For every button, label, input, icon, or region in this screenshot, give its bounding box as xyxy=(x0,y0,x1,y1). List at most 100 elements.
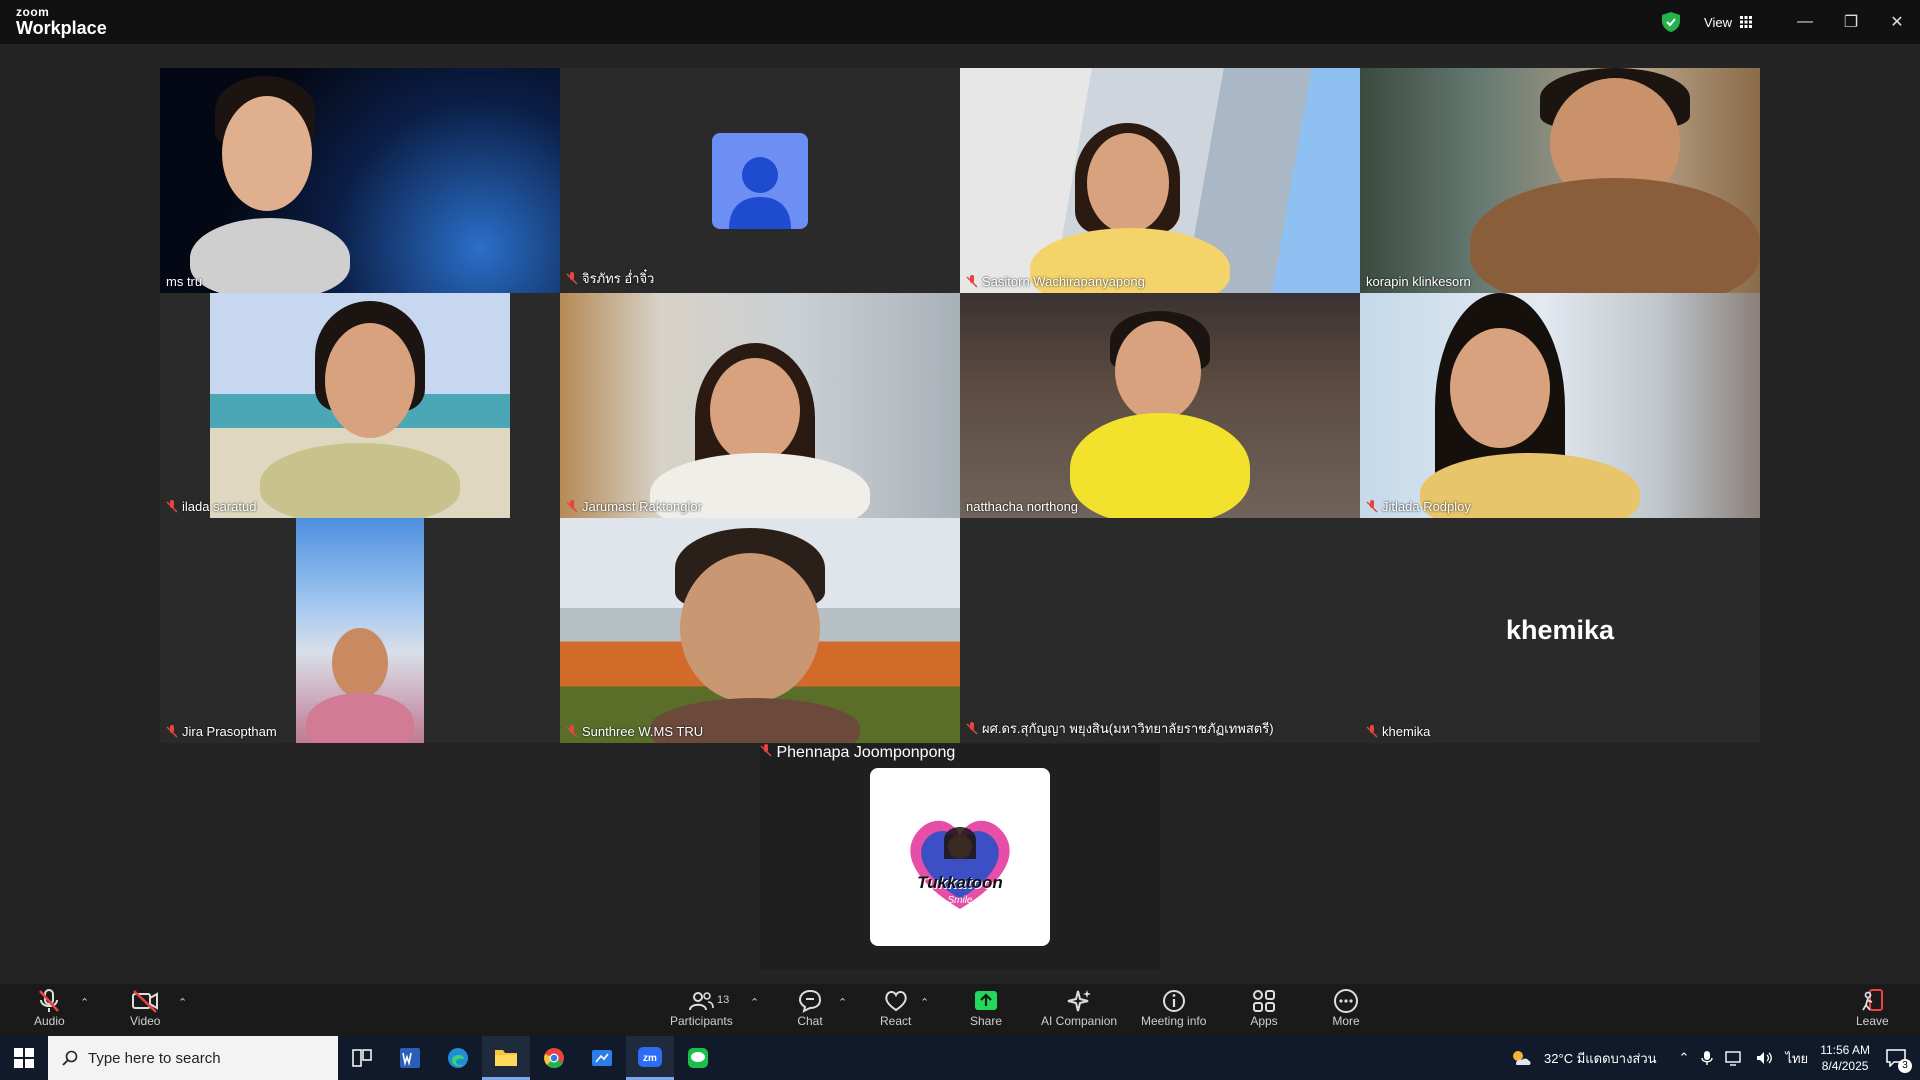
participant-name: Phennapa Joomponpong xyxy=(760,744,1160,762)
video-tile[interactable]: khemika khemika xyxy=(1360,518,1760,743)
search-placeholder: Type here to search xyxy=(88,1049,221,1067)
logo-subtext: Smile xyxy=(947,894,973,906)
participant-name: Jira Prasoptham xyxy=(166,724,277,739)
logo-text: Tukkatoon xyxy=(917,872,1003,892)
video-tile[interactable]: Jitlada Rodploy xyxy=(1360,293,1760,518)
video-tile[interactable]: ilada saratud xyxy=(160,293,560,518)
video-tile[interactable]: korapin klinkesorn xyxy=(1360,68,1760,293)
video-tile[interactable]: Jarumast Raktonglor xyxy=(560,293,960,518)
participant-name: korapin klinkesorn xyxy=(1366,274,1471,289)
share-label: Share xyxy=(970,1014,1003,1028)
apps-icon xyxy=(1253,990,1275,1012)
file-explorer-icon[interactable] xyxy=(482,1036,530,1080)
meeting-toolbar: Audio ⌃ Video ⌃ Participants 13 ⌃ Chat ⌃… xyxy=(0,984,1920,1036)
video-tile[interactable]: ผศ.ดร.สุกัญญา พยุงสิน(มหาวิทยาลัยราชภัฏเ… xyxy=(960,518,1360,743)
date-text: 8/4/2025 xyxy=(1821,1059,1869,1073)
line-app-icon[interactable] xyxy=(674,1036,722,1080)
system-tray: 32°C มีแดดบางส่วน ⌃ ไทย 11:56 AM 8/4/202… xyxy=(1510,1036,1920,1080)
encryption-shield-icon[interactable] xyxy=(1662,12,1681,32)
more-icon xyxy=(1334,989,1358,1013)
participant-name: Sunthree W.MS TRU xyxy=(566,724,703,739)
mic-muted-icon xyxy=(1366,500,1378,513)
sparkle-icon xyxy=(1067,990,1092,1012)
word-app-icon[interactable] xyxy=(386,1036,434,1080)
ai-companion-button[interactable]: AI Companion xyxy=(1041,988,1117,1028)
mic-muted-icon xyxy=(1366,725,1378,738)
video-button[interactable]: Video xyxy=(130,988,160,1028)
participant-name: Sasitorn Wachirapanyapong xyxy=(966,274,1145,289)
participant-video xyxy=(1360,68,1760,293)
audio-button[interactable]: Audio xyxy=(34,988,65,1028)
participant-name: ms tru xyxy=(166,274,203,289)
apps-button[interactable]: Apps xyxy=(1250,988,1278,1028)
restore-icon[interactable]: ❐ xyxy=(1828,0,1874,44)
leave-icon xyxy=(1862,989,1884,1011)
video-tile[interactable]: ms tru xyxy=(160,68,560,293)
windows-taskbar: Type here to search zm 32°C มีแดดบางส่วน… xyxy=(0,1036,1920,1080)
avatar xyxy=(712,133,808,229)
input-language[interactable]: ไทย xyxy=(1785,1048,1808,1069)
clock[interactable]: 11:56 AM 8/4/2025 xyxy=(1820,1042,1870,1074)
chat-label: Chat xyxy=(797,1014,823,1028)
video-tile[interactable]: Tukkatoon Smile Phennapa Joomponpong xyxy=(760,744,1160,969)
heart-icon xyxy=(884,991,907,1012)
chat-button[interactable]: Chat xyxy=(796,988,824,1028)
minimize-icon[interactable]: — xyxy=(1782,0,1828,44)
app-window-icon[interactable] xyxy=(578,1036,626,1080)
mic-muted-icon xyxy=(39,989,60,1012)
leave-button[interactable]: Leave xyxy=(1856,988,1889,1028)
participant-name: Jitlada Rodploy xyxy=(1366,499,1471,514)
task-view-icon[interactable] xyxy=(338,1036,386,1080)
participant-video xyxy=(960,293,1360,518)
participant-video xyxy=(296,518,424,743)
video-tile[interactable]: Sunthree W.MS TRU xyxy=(560,518,960,743)
weather-icon[interactable] xyxy=(1510,1048,1532,1068)
taskbar-search-input[interactable]: Type here to search xyxy=(48,1036,338,1080)
brand-bottom: Workplace xyxy=(16,18,107,38)
mic-muted-icon xyxy=(166,725,178,738)
view-label: View xyxy=(1704,14,1732,30)
edge-browser-icon[interactable] xyxy=(434,1036,482,1080)
video-tile[interactable]: จิรภัทร อ่ำจิ๋ว xyxy=(560,68,960,293)
chevron-up-icon[interactable]: ⌃ xyxy=(1679,1050,1690,1066)
svg-text:zm: zm xyxy=(643,1053,657,1064)
participant-video xyxy=(560,518,960,743)
chrome-browser-icon[interactable] xyxy=(530,1036,578,1080)
mic-muted-icon xyxy=(566,725,578,738)
zoom-app-icon[interactable]: zm xyxy=(626,1036,674,1080)
participant-name: natthacha northong xyxy=(966,499,1079,514)
video-options-caret-icon[interactable]: ⌃ xyxy=(178,996,187,1009)
weather-text[interactable]: 32°C มีแดดบางส่วน xyxy=(1544,1048,1657,1069)
video-gallery: ms tru จิรภัทร อ่ำจิ๋ว Sasitorn Wachirap… xyxy=(0,44,1920,984)
close-icon[interactable]: ✕ xyxy=(1874,0,1920,44)
react-options-caret-icon[interactable]: ⌃ xyxy=(920,996,929,1009)
windows-start-icon[interactable] xyxy=(0,1036,48,1080)
grid-icon xyxy=(1740,16,1752,28)
meeting-info-button[interactable]: Meeting info xyxy=(1141,988,1206,1028)
mic-muted-icon xyxy=(966,722,978,735)
participant-name: khemika xyxy=(1366,724,1430,739)
participants-options-caret-icon[interactable]: ⌃ xyxy=(750,996,759,1009)
participant-video xyxy=(210,293,510,518)
notification-center-icon[interactable]: 3 xyxy=(1882,1043,1912,1073)
participant-name: ผศ.ดร.สุกัญญา พยุงสิน(มหาวิทยาลัยราชภัฏเ… xyxy=(966,718,1274,739)
video-tile[interactable]: Jira Prasoptham xyxy=(160,518,560,743)
volume-icon[interactable] xyxy=(1755,1050,1773,1066)
view-button[interactable]: View xyxy=(1704,15,1752,30)
react-button[interactable]: React xyxy=(880,988,911,1028)
chat-options-caret-icon[interactable]: ⌃ xyxy=(838,996,847,1009)
participant-video xyxy=(560,293,960,518)
more-button[interactable]: More xyxy=(1332,988,1360,1028)
video-tile[interactable]: Sasitorn Wachirapanyapong xyxy=(960,68,1360,293)
video-tile[interactable]: natthacha northong xyxy=(960,293,1360,518)
participants-count: 13 xyxy=(717,994,730,1006)
audio-options-caret-icon[interactable]: ⌃ xyxy=(80,996,89,1009)
network-icon[interactable] xyxy=(1725,1050,1743,1066)
search-icon xyxy=(62,1050,78,1066)
camera-off-icon xyxy=(132,990,159,1013)
video-label: Video xyxy=(130,1014,161,1028)
microphone-icon[interactable] xyxy=(1701,1050,1714,1066)
share-button[interactable]: Share xyxy=(970,988,1002,1028)
participant-name: ilada saratud xyxy=(166,499,256,514)
apps-label: Apps xyxy=(1250,1014,1278,1028)
